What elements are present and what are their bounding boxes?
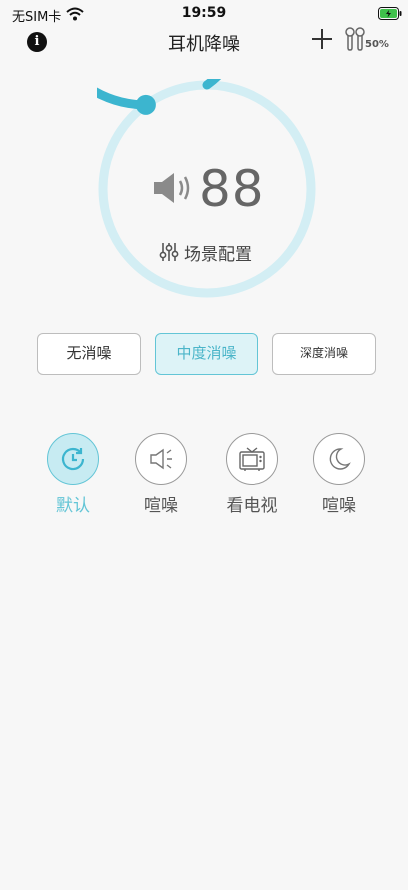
earbuds-icon[interactable] xyxy=(344,26,366,52)
scene-night-label: 喧噪 xyxy=(322,496,356,516)
scene-default[interactable]: 默认 xyxy=(42,433,104,516)
tv-icon xyxy=(239,447,265,471)
battery-charging-icon xyxy=(378,7,402,20)
equalizer-icon xyxy=(159,243,179,261)
add-icon[interactable] xyxy=(311,28,333,50)
status-time: 19:59 xyxy=(181,5,227,21)
dial-handle xyxy=(135,94,156,115)
scene-noisy[interactable]: 喧噪 xyxy=(130,433,192,516)
volume-value: 88 xyxy=(199,160,265,218)
scene-night[interactable]: 喧噪 xyxy=(308,433,370,516)
scene-default-circle[interactable] xyxy=(47,433,99,485)
mode-deep-button[interactable]: 深度消噪 xyxy=(272,333,376,375)
scene-config-button[interactable]: 场景配置 xyxy=(158,240,252,265)
clock-icon xyxy=(61,447,85,471)
mode-none-button[interactable]: 无消噪 xyxy=(37,333,141,375)
scene-noisy-label: 喧噪 xyxy=(144,496,178,516)
speaker-low-icon xyxy=(150,448,172,470)
scene-tv[interactable]: 看电视 xyxy=(221,433,283,516)
scene-tv-label: 看电视 xyxy=(226,496,278,516)
scene-noisy-circle[interactable] xyxy=(135,433,187,485)
scene-config-label: 场景配置 xyxy=(184,244,252,265)
speaker-icon xyxy=(154,173,190,203)
earbuds-battery-percent: 50% xyxy=(365,39,389,50)
scene-default-label: 默认 xyxy=(56,496,90,516)
moon-icon xyxy=(329,448,351,470)
scene-tv-circle[interactable] xyxy=(226,433,278,485)
mode-medium-button[interactable]: 中度消噪 xyxy=(155,333,258,375)
scene-night-circle[interactable] xyxy=(313,433,365,485)
